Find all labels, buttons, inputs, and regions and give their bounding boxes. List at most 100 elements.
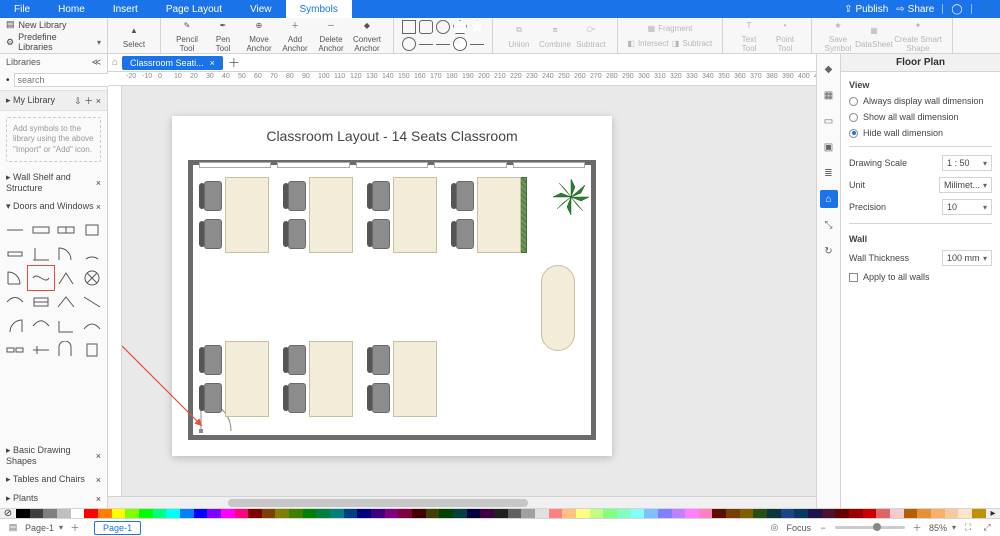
rail-dimensions-icon[interactable]: ⤡ xyxy=(820,216,838,234)
plant[interactable] xyxy=(553,179,589,215)
window[interactable] xyxy=(434,162,506,168)
door-symbol-4[interactable] xyxy=(2,242,28,266)
smart-shape[interactable]: ✦Create Smart Shape xyxy=(892,18,944,53)
subtract2-tool[interactable]: ◨Subtract xyxy=(670,36,714,50)
color-swatch[interactable] xyxy=(71,509,85,518)
color-swatch[interactable] xyxy=(972,509,986,518)
color-swatch[interactable] xyxy=(84,509,98,518)
pencil-tool[interactable]: ✎Pencil Tool xyxy=(169,18,205,53)
color-swatch[interactable] xyxy=(603,509,617,518)
shape-pie[interactable] xyxy=(453,37,467,51)
tab-insert[interactable]: Insert xyxy=(99,0,152,18)
color-swatch[interactable] xyxy=(371,509,385,518)
color-swatch[interactable] xyxy=(221,509,235,518)
oval-table[interactable] xyxy=(541,265,575,351)
save-symbol[interactable]: ★Save Symbol xyxy=(820,18,856,53)
color-swatch[interactable] xyxy=(439,509,453,518)
desk[interactable] xyxy=(309,341,353,417)
window[interactable] xyxy=(277,162,349,168)
color-swatch[interactable] xyxy=(576,509,590,518)
desk[interactable] xyxy=(309,177,353,253)
door-symbol-16[interactable] xyxy=(2,314,28,338)
door-symbol-6[interactable] xyxy=(54,242,80,266)
rail-image-icon[interactable]: ▣ xyxy=(820,138,838,156)
door-symbol-19[interactable] xyxy=(79,314,105,338)
rail-fill-icon[interactable]: ▦ xyxy=(820,86,838,104)
rail-layers-icon[interactable]: ≣ xyxy=(820,164,838,182)
color-swatch[interactable] xyxy=(385,509,399,518)
new-library-button[interactable]: ▤New Library xyxy=(6,19,101,30)
color-swatch[interactable] xyxy=(426,509,440,518)
window[interactable] xyxy=(356,162,428,168)
color-swatch[interactable] xyxy=(699,509,713,518)
color-swatch[interactable] xyxy=(480,509,494,518)
color-swatch[interactable] xyxy=(494,509,508,518)
close-icon[interactable]: × xyxy=(96,96,101,106)
desk-cluster[interactable] xyxy=(367,341,443,417)
shape-circle[interactable] xyxy=(402,37,416,51)
color-swatch[interactable] xyxy=(125,509,139,518)
datasheet[interactable]: ▦DataSheet xyxy=(856,18,892,53)
chair[interactable] xyxy=(367,219,391,249)
union-tool[interactable]: ⧉Union xyxy=(501,18,537,53)
libraries-close-icon[interactable]: ≪ xyxy=(92,57,101,68)
color-swatch[interactable] xyxy=(685,509,699,518)
chair[interactable] xyxy=(283,219,307,249)
color-swatch[interactable] xyxy=(590,509,604,518)
shape-line[interactable] xyxy=(436,37,450,51)
color-swatch[interactable] xyxy=(166,509,180,518)
color-swatch[interactable] xyxy=(57,509,71,518)
add-anchor-tool[interactable]: ＋Add Anchor xyxy=(277,18,313,53)
door-symbol-10[interactable] xyxy=(54,266,80,290)
my-library-section[interactable]: ▸ My Library⇩ ＋ × xyxy=(0,90,107,111)
door-symbol-18[interactable] xyxy=(54,314,80,338)
window[interactable] xyxy=(199,162,271,168)
desk[interactable] xyxy=(225,341,269,417)
color-swatch[interactable] xyxy=(794,509,808,518)
chair[interactable] xyxy=(199,383,223,413)
shape-rect[interactable] xyxy=(402,20,416,34)
cat-plants[interactable]: ▸ Plants× xyxy=(0,489,107,508)
color-swatch[interactable] xyxy=(112,509,126,518)
color-swatch[interactable] xyxy=(549,509,563,518)
rail-floorplan-icon[interactable]: ⌂ xyxy=(820,190,838,208)
fullscreen-icon[interactable]: ⤢ xyxy=(980,521,994,535)
color-swatch[interactable] xyxy=(753,509,767,518)
point-tool[interactable]: •Point Tool xyxy=(767,18,803,53)
publish-button[interactable]: ⇪ Publish xyxy=(844,4,888,15)
color-swatch[interactable] xyxy=(945,509,959,518)
doc-home-icon[interactable]: ⌂ xyxy=(112,57,118,68)
desk[interactable] xyxy=(225,177,269,253)
add-page-icon[interactable]: ＋ xyxy=(68,521,82,535)
chair[interactable] xyxy=(199,219,223,249)
color-swatch[interactable] xyxy=(904,509,918,518)
combine-tool[interactable]: ⧈Combine xyxy=(537,18,573,53)
tab-page-layout[interactable]: Page Layout xyxy=(152,0,236,18)
color-swatch[interactable] xyxy=(876,509,890,518)
color-swatch[interactable] xyxy=(235,509,249,518)
desk-cluster[interactable] xyxy=(367,177,443,253)
share-button[interactable]: ⇨ Share xyxy=(896,4,934,15)
color-swatch[interactable] xyxy=(262,509,276,518)
color-swatch[interactable] xyxy=(508,509,522,518)
text-tool[interactable]: TText Tool xyxy=(731,18,767,53)
chair[interactable] xyxy=(367,181,391,211)
rail-page-icon[interactable]: ▭ xyxy=(820,112,838,130)
focus-icon[interactable]: ◎ xyxy=(767,521,781,535)
outline-view-icon[interactable]: ▤ xyxy=(6,521,20,535)
page-tab[interactable]: Page-1 xyxy=(94,521,141,535)
color-swatch[interactable] xyxy=(958,509,972,518)
tab-home[interactable]: Home xyxy=(44,0,99,18)
door-symbol-2[interactable] xyxy=(54,218,80,242)
chair[interactable] xyxy=(199,181,223,211)
apply-all-walls[interactable]: Apply to all walls xyxy=(849,272,992,282)
color-swatch[interactable] xyxy=(303,509,317,518)
color-swatch[interactable] xyxy=(248,509,262,518)
color-swatch[interactable] xyxy=(30,509,44,518)
move-anchor-tool[interactable]: ⊕Move Anchor xyxy=(241,18,277,53)
door-symbol-3[interactable] xyxy=(79,218,105,242)
color-swatch[interactable] xyxy=(890,509,904,518)
color-swatch[interactable] xyxy=(535,509,549,518)
import-icon[interactable]: ⇩ xyxy=(74,96,82,106)
color-swatch[interactable] xyxy=(344,509,358,518)
